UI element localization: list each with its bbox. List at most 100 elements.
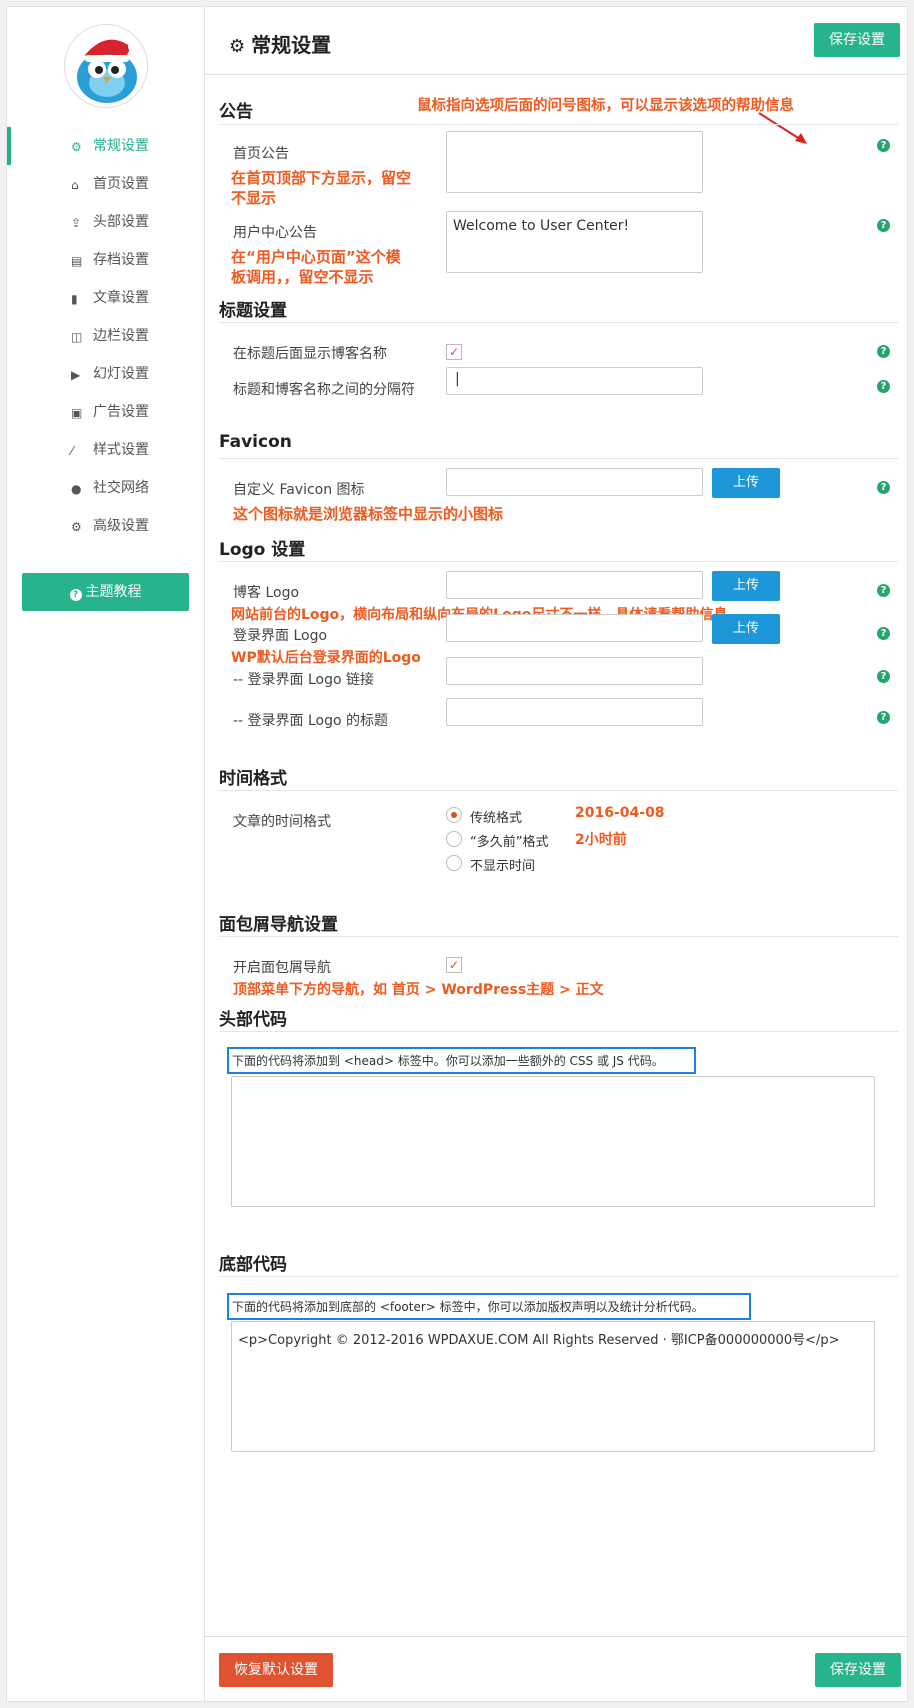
sidebar-item-6[interactable]: ▶ 幻灯设置 (7, 355, 205, 393)
annotation-time-ago: 2小时前 (575, 832, 627, 848)
login-logo-label: 登录界面 Logo (233, 628, 328, 644)
sidebar-item-3[interactable]: ▤ 存档设置 (7, 241, 205, 279)
footer-code-textarea[interactable]: <p>Copyright © 2012-2016 WPDAXUE.COM All… (231, 1321, 875, 1452)
annotation-homepage-notice: 在首页顶部下方显示，留空不显示 (231, 169, 412, 207)
cogs-icon: ⚙ (71, 520, 82, 534)
section-divider (219, 322, 898, 323)
sidebar-item-label: 广告设置 (93, 404, 149, 420)
login-logo-title-input[interactable] (446, 698, 703, 726)
tutorial-button[interactable]: ? 主题教程 (22, 573, 189, 611)
user-center-notice-textarea[interactable]: Welcome to User Center! (446, 211, 703, 273)
separator-input[interactable]: | (446, 367, 703, 395)
blog-logo-upload-button[interactable]: 上传 (712, 571, 780, 601)
section-title-head-code: 头部代码 (219, 1010, 287, 1030)
help-icon[interactable]: ? (877, 627, 890, 640)
sidebar-item-label: 样式设置 (93, 442, 149, 458)
head-code-description: 下面的代码将添加到 <head> 标签中。你可以添加一些额外的 CSS 或 JS… (227, 1047, 696, 1074)
homepage-notice-textarea[interactable] (446, 131, 703, 193)
sidebar-item-8[interactable]: ⁄ 样式设置 (7, 431, 205, 469)
head-code-textarea[interactable] (231, 1076, 875, 1207)
save-button-bottom[interactable]: 保存设置 (815, 1653, 901, 1687)
separator-label: 标题和博客名称之间的分隔符 (233, 382, 415, 398)
sidebar-item-label: 存档设置 (93, 252, 149, 268)
blog-logo-label: 博客 Logo (233, 585, 300, 601)
sidebar-item-9[interactable]: ● 社交网络 (7, 469, 205, 507)
sidebar-nav: ⚙ 常规设置 ⌂ 首页设置 ⇪ 头部设置 ▤ 存档设置 ▮ 文章设置 ◫ 边栏设置 ▶ 幻灯设置 ▣ 广告设置… (7, 127, 205, 545)
file-icon: ▮ (71, 292, 78, 306)
sidebar-item-label: 常规设置 (93, 138, 149, 154)
section-title-footer-code: 底部代码 (219, 1255, 287, 1275)
section-divider (219, 124, 898, 125)
radio-no-time[interactable] (446, 855, 462, 871)
annotation-favicon: 这个图标就是浏览器标签中显示的小图标 (233, 505, 504, 523)
sidebar-item-label: 高级设置 (93, 518, 149, 534)
login-logo-upload-button[interactable]: 上传 (712, 614, 780, 644)
sidebar-item-1[interactable]: ⌂ 首页设置 (7, 165, 205, 203)
play-circle-icon: ▶ (71, 368, 81, 382)
question-circle-icon: ? (69, 589, 82, 601)
section-divider (219, 458, 898, 459)
annotation-time-traditional: 2016-04-08 (575, 805, 665, 821)
sidebar-item-label: 文章设置 (93, 290, 149, 306)
login-logo-title-label: -- 登录界面 Logo 的标题 (233, 713, 389, 729)
sidebar-item-7[interactable]: ▣ 广告设置 (7, 393, 205, 431)
sidebar-item-label: 幻灯设置 (93, 366, 149, 382)
login-logo-link-input[interactable] (446, 657, 703, 685)
sidebar-item-label: 头部设置 (93, 214, 149, 230)
help-icon[interactable]: ? (877, 711, 890, 724)
page-header: ⚙ 常规设置 保存设置 (205, 7, 908, 75)
show-blogname-checkbox[interactable]: ✓ (446, 344, 462, 360)
home-icon: ⌂ (71, 178, 79, 192)
help-icon[interactable]: ? (877, 139, 890, 152)
sidebar-item-0[interactable]: ⚙ 常规设置 (7, 127, 205, 165)
help-icon[interactable]: ? (877, 670, 890, 683)
sidebar-item-5[interactable]: ◫ 边栏设置 (7, 317, 205, 355)
time-format-label: 文章的时间格式 (233, 814, 331, 830)
book-icon: ▤ (71, 254, 83, 268)
annotation-arrow (758, 112, 807, 144)
radio-label-ago: “多久前”格式 (470, 835, 549, 850)
radio-ago[interactable] (446, 831, 462, 847)
help-icon[interactable]: ? (877, 481, 890, 494)
main-panel: ⚙ 常规设置 保存设置 公告 鼠标指向选项后面的问号图标，可以显示该选项的帮助信息… (205, 7, 908, 1701)
globe-icon: ● (71, 482, 82, 496)
help-icon[interactable]: ? (877, 584, 890, 597)
annotation-user-center-notice: 在“用户中心页面”这个模板调用，，留空不显示 (231, 248, 401, 286)
favicon-upload-button[interactable]: 上传 (712, 468, 780, 498)
section-divider (219, 561, 898, 562)
sidebar-item-2[interactable]: ⇪ 头部设置 (7, 203, 205, 241)
tutorial-button-label: 主题教程 (85, 584, 142, 600)
upload-icon: ⇪ (71, 216, 82, 230)
breadcrumb-checkbox[interactable]: ✓ (446, 957, 462, 973)
sidebar-item-label: 社交网络 (93, 480, 149, 496)
sidebar-item-4[interactable]: ▮ 文章设置 (7, 279, 205, 317)
footer-code-description: 下面的代码将添加到底部的 <footer> 标签中，你可以添加版权声明以及统计分… (227, 1293, 751, 1320)
favicon-input[interactable] (446, 468, 703, 496)
section-divider (219, 1276, 898, 1277)
blog-logo-input[interactable] (446, 571, 703, 599)
reset-defaults-button[interactable]: 恢复默认设置 (219, 1653, 333, 1687)
section-title-favicon: Favicon (219, 432, 292, 452)
sidebar: ⚙ 常规设置 ⌂ 首页设置 ⇪ 头部设置 ▤ 存档设置 ▮ 文章设置 ◫ 边栏设置 ▶ 幻灯设置 ▣ 广告设置… (7, 7, 205, 1701)
radio-label-traditional: 传统格式 (470, 811, 523, 826)
section-title-logo: Logo 设置 (219, 540, 306, 560)
breadcrumb-label: 开启面包屑导航 (233, 960, 331, 976)
login-logo-input[interactable] (446, 614, 703, 642)
radio-label-no-time: 不显示时间 (470, 859, 536, 874)
annotation-login-logo: WP默认后台登录界面的Logo (231, 650, 421, 666)
settings-frame: ⚙ 常规设置 ⌂ 首页设置 ⇪ 头部设置 ▤ 存档设置 ▮ 文章设置 ◫ 边栏设置 ▶ 幻灯设置 ▣ 广告设置… (6, 6, 908, 1702)
bird-mascot-icon (77, 39, 138, 103)
gear-icon: ⚙ (229, 36, 246, 57)
save-button-top[interactable]: 保存设置 (814, 23, 900, 57)
user-center-notice-label: 用户中心公告 (233, 225, 317, 241)
radio-traditional[interactable] (446, 807, 462, 823)
sidebar-item-label: 首页设置 (93, 176, 149, 192)
sidebar-item-label: 边栏设置 (93, 328, 149, 344)
help-icon[interactable]: ? (877, 219, 890, 232)
login-logo-link-label: -- 登录界面 Logo 链接 (233, 672, 375, 688)
help-icon[interactable]: ? (877, 380, 890, 393)
gift-icon: ▣ (71, 406, 83, 420)
help-icon[interactable]: ? (877, 345, 890, 358)
sidebar-item-10[interactable]: ⚙ 高级设置 (7, 507, 205, 545)
annotation-breadcrumb: 顶部菜单下方的导航，如 首页 > WordPress主题 > 正文 (233, 982, 604, 998)
